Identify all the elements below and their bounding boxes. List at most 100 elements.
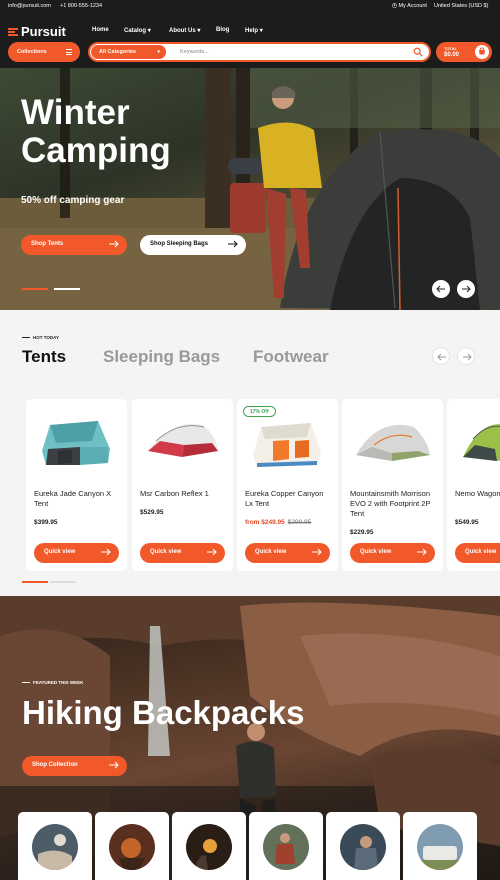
featured-title: Hiking Backpacks — [22, 694, 305, 731]
product-name[interactable]: Eureka Copper Canyon Lx Tent — [245, 489, 333, 509]
product-card[interactable]: Eureka Jade Canyon X Tent $399.95 Quick … — [26, 399, 127, 571]
product-thumbnail — [186, 824, 232, 870]
product-card[interactable]: Msr Carbon Reflex 1 $529.95 Quick view — [132, 399, 233, 571]
red-dome-tent-image — [148, 424, 218, 457]
shop-sleeping-bags-button[interactable]: Shop Sleeping Bags — [140, 235, 246, 255]
tab-sleeping-bags[interactable]: Sleeping Bags — [103, 347, 220, 367]
search-row: Collections All Categories ▾ Keywords...… — [8, 42, 492, 62]
quick-view-button[interactable]: Quick view — [34, 543, 119, 563]
product-thumbnail — [263, 824, 309, 870]
tab-tents[interactable]: Tents — [22, 347, 66, 367]
contact-phone[interactable]: +1 800-555-1234 — [60, 3, 102, 9]
product-card[interactable]: Mountainsmith Morrison EVO 2 with Footpr… — [342, 399, 443, 571]
button-label: Quick view — [360, 549, 392, 555]
nav-label: About Us — [169, 28, 196, 34]
product-price: $229.95 — [350, 529, 374, 536]
sale-price: from $249.95 — [245, 519, 285, 526]
featured-product-card[interactable] — [172, 812, 246, 880]
button-label: Quick view — [150, 549, 182, 555]
arrow-right-icon — [228, 240, 238, 248]
nav-label: Blog — [216, 27, 230, 33]
top-bar: info@pursuit.com +1 800-555-1234 My Acco… — [0, 0, 500, 12]
product-thumbnail — [109, 824, 155, 870]
search-icon[interactable] — [413, 47, 423, 57]
contact-email[interactable]: info@pursuit.com — [8, 3, 51, 9]
eyebrow-text: FEATURED THIS WEEK — [33, 680, 84, 685]
region-selector[interactable]: United States (USD $) — [434, 3, 488, 9]
cart-button[interactable]: TOTAL $0.00 — [436, 42, 492, 62]
featured-product-card[interactable] — [95, 812, 169, 880]
nav-item-blog[interactable]: Blog — [216, 27, 245, 34]
nav-label: Catalog — [124, 28, 147, 34]
shop-tents-button[interactable]: Shop Tents — [21, 235, 127, 255]
hero-title: Winter Camping — [21, 93, 171, 170]
quick-view-button[interactable]: Quick view — [245, 543, 330, 563]
nav-label: Help — [245, 28, 259, 34]
logo[interactable]: Pursuit — [8, 24, 66, 39]
nav-item-help[interactable]: Help ▾ — [245, 27, 275, 34]
search-input[interactable]: Keywords... — [180, 49, 209, 55]
collections-label: Collections — [17, 49, 47, 55]
products-prev-button[interactable] — [432, 347, 450, 365]
button-label: Quick view — [44, 549, 76, 555]
shop-collection-button[interactable]: Shop Collection — [22, 756, 127, 776]
slide-indicator[interactable] — [54, 288, 80, 290]
arrow-right-icon — [101, 548, 111, 556]
collections-button[interactable]: Collections — [8, 42, 80, 62]
page-indicator[interactable] — [50, 581, 76, 583]
arrow-right-icon — [463, 353, 472, 361]
hero-banner: Winter Camping 50% off camping gear Shop… — [0, 68, 500, 310]
page-indicator-active[interactable] — [22, 581, 48, 583]
account-link[interactable]: My Account — [392, 3, 427, 9]
products-section: HOT TODAY Tents Sleeping Bags Footwear E… — [0, 310, 500, 596]
product-name[interactable]: Nemo Wagontop Tent — [455, 489, 500, 499]
page: info@pursuit.com +1 800-555-1234 My Acco… — [0, 0, 500, 880]
hero-prev-button[interactable] — [432, 280, 450, 298]
quick-view-button[interactable]: Quick view — [140, 543, 225, 563]
product-card[interactable]: Nemo Wagontop Tent $549.95 Quick view — [447, 399, 500, 571]
button-label: Shop Sleeping Bags — [150, 241, 209, 247]
featured-product-card[interactable] — [249, 812, 323, 880]
tab-footwear[interactable]: Footwear — [253, 347, 329, 367]
product-price: from $249.95 $299.95 — [245, 519, 311, 526]
product-card[interactable]: 17% Off Eureka Copper Canyon Lx Tent fro… — [237, 399, 338, 571]
arrow-right-icon — [462, 285, 471, 293]
arrow-right-icon — [312, 548, 322, 556]
featured-section: FEATURED THIS WEEK Hiking Backpacks Shop… — [0, 596, 500, 880]
account-label: My Account — [398, 3, 427, 9]
menu-icon — [66, 49, 72, 55]
cart-icon — [475, 45, 489, 59]
teal-cabin-tent-image — [42, 421, 110, 465]
arrow-right-icon — [417, 548, 427, 556]
old-price: $299.95 — [287, 519, 312, 526]
arrow-right-icon — [207, 548, 217, 556]
nav-item-home[interactable]: Home — [92, 27, 124, 34]
product-price: $549.95 — [455, 519, 479, 526]
user-icon — [392, 3, 397, 8]
product-name[interactable]: Eureka Jade Canyon X Tent — [34, 489, 122, 509]
section-eyebrow: FEATURED THIS WEEK — [22, 680, 83, 685]
featured-product-card[interactable] — [18, 812, 92, 880]
slide-indicator-active[interactable] — [22, 288, 48, 290]
arrow-right-icon — [109, 240, 119, 248]
quick-view-button[interactable]: Quick view — [455, 543, 500, 563]
grey-dome-tent-image — [356, 424, 430, 461]
product-price: $399.95 — [34, 519, 58, 526]
product-price: $529.95 — [140, 509, 164, 516]
nav-item-about[interactable]: About Us ▾ — [169, 27, 216, 34]
featured-product-card[interactable] — [326, 812, 400, 880]
featured-product-card[interactable] — [403, 812, 477, 880]
main-nav: Pursuit Home Catalog ▾ About Us ▾ Blog H… — [8, 24, 492, 39]
products-next-button[interactable] — [457, 347, 475, 365]
category-select[interactable]: All Categories ▾ — [91, 45, 166, 59]
hero-next-button[interactable] — [457, 280, 475, 298]
product-thumbnail — [32, 824, 78, 870]
quick-view-button[interactable]: Quick view — [350, 543, 435, 563]
product-thumbnail — [417, 824, 463, 870]
product-name[interactable]: Mountainsmith Morrison EVO 2 with Footpr… — [350, 489, 438, 519]
cart-total-amount: $0.00 — [444, 52, 460, 58]
product-name[interactable]: Msr Carbon Reflex 1 — [140, 489, 228, 499]
green-dome-tent-image — [463, 424, 500, 461]
nav-item-catalog[interactable]: Catalog ▾ — [124, 27, 169, 34]
logo-text: Pursuit — [21, 24, 66, 39]
